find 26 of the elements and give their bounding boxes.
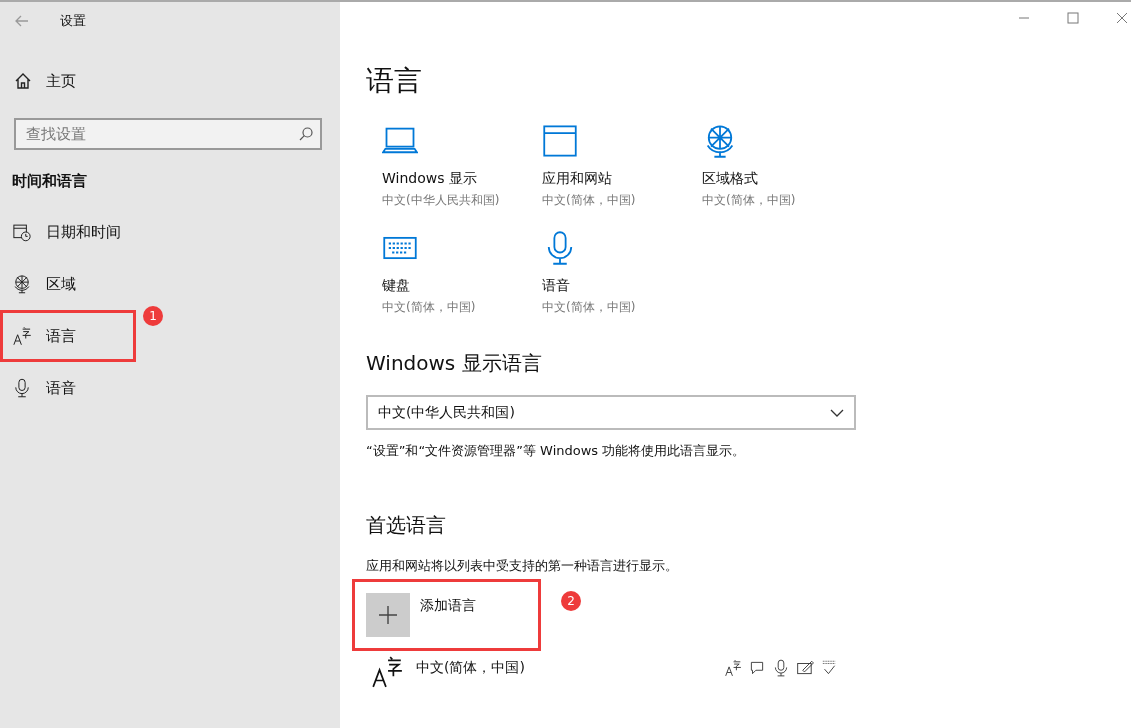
home-link[interactable]: 主页 [0, 40, 340, 100]
add-language-button[interactable]: 添加语言 [366, 593, 546, 637]
tile-title[interactable]: 语音 [542, 277, 702, 295]
tile-title[interactable]: 区域格式 [702, 170, 862, 188]
section-heading: 时间和语言 [11, 171, 88, 192]
page-heading: 语言 [366, 63, 423, 99]
language-dropdown[interactable]: 中文(中华人民共和国) [366, 395, 856, 430]
tile-subtitle: 中文(简体，中国) [542, 299, 637, 316]
nav-item[interactable]: 语音 [0, 362, 340, 414]
window-title: 设置 [60, 12, 86, 30]
language-list-item[interactable]: 中文(简体，中国) [366, 659, 838, 699]
step-badge: 2 [561, 591, 581, 611]
tile-title[interactable]: 应用和网站 [542, 170, 702, 188]
search-field[interactable]: 查找设置 [14, 118, 322, 150]
tile-subtitle: 中文(简体，中国) [382, 299, 477, 316]
step-badge: 1 [143, 306, 163, 326]
description-text: “设置”和“文件资源管理器”等 Windows 功能将使用此语言显示。 [366, 442, 747, 460]
tile-subtitle: 中文(中华人民共和国) [382, 192, 501, 209]
tile-subtitle: 中文(简体，中国) [542, 192, 637, 209]
description-text: 应用和网站将以列表中受支持的第一种语言进行显示。 [366, 557, 679, 575]
tile-subtitle: 中文(简体，中国) [702, 192, 797, 209]
tile-title[interactable]: 键盘 [382, 277, 542, 295]
section-heading: 首选语言 [366, 512, 447, 539]
nav-item[interactable]: 日期和时间 [0, 206, 340, 258]
tile-title[interactable]: Windows 显示 [382, 170, 542, 188]
section-heading: Windows 显示语言 [366, 350, 543, 377]
